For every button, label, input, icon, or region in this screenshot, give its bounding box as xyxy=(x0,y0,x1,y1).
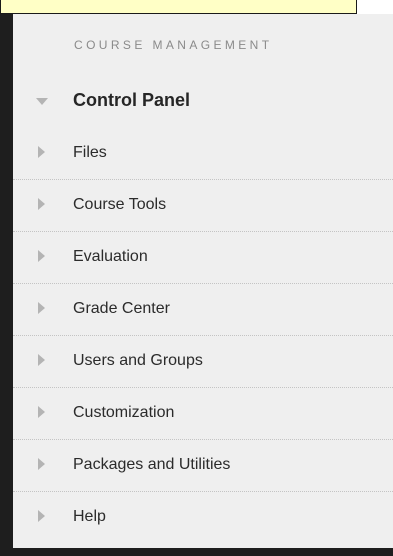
menu-item-label: Users and Groups xyxy=(73,352,203,369)
panel-frame: COURSE MANAGEMENT Control Panel Files Co… xyxy=(0,14,393,556)
top-banner xyxy=(0,0,357,14)
course-management-panel: COURSE MANAGEMENT Control Panel Files Co… xyxy=(13,14,393,548)
triangle-right-icon xyxy=(38,146,45,158)
menu-item-label: Evaluation xyxy=(73,248,148,265)
menu-item-label: Grade Center xyxy=(73,300,170,317)
triangle-right-icon xyxy=(38,458,45,470)
menu-item-label: Packages and Utilities xyxy=(73,456,231,473)
triangle-right-icon xyxy=(38,302,45,314)
menu-item-label: Customization xyxy=(73,404,175,421)
triangle-right-icon xyxy=(38,354,45,366)
menu-item-grade-center[interactable]: Grade Center xyxy=(13,284,393,336)
triangle-right-icon xyxy=(38,198,45,210)
triangle-right-icon xyxy=(38,250,45,262)
course-menu: Control Panel Files Course Tools Evaluat… xyxy=(13,81,393,544)
menu-item-label: Control Panel xyxy=(73,90,191,110)
menu-item-files[interactable]: Files xyxy=(13,128,393,180)
menu-item-help[interactable]: Help xyxy=(13,492,393,544)
menu-item-users-and-groups[interactable]: Users and Groups xyxy=(13,336,393,388)
section-header: COURSE MANAGEMENT xyxy=(74,38,273,52)
menu-item-evaluation[interactable]: Evaluation xyxy=(13,232,393,284)
triangle-right-icon xyxy=(38,510,45,522)
triangle-down-icon xyxy=(36,98,48,105)
menu-item-course-tools[interactable]: Course Tools xyxy=(13,180,393,232)
menu-item-label: Course Tools xyxy=(73,196,167,213)
menu-item-label: Help xyxy=(73,508,106,525)
menu-item-customization[interactable]: Customization xyxy=(13,388,393,440)
menu-item-packages-and-utilities[interactable]: Packages and Utilities xyxy=(13,440,393,492)
menu-item-control-panel[interactable]: Control Panel xyxy=(13,81,393,128)
triangle-right-icon xyxy=(38,406,45,418)
menu-item-label: Files xyxy=(73,144,107,161)
